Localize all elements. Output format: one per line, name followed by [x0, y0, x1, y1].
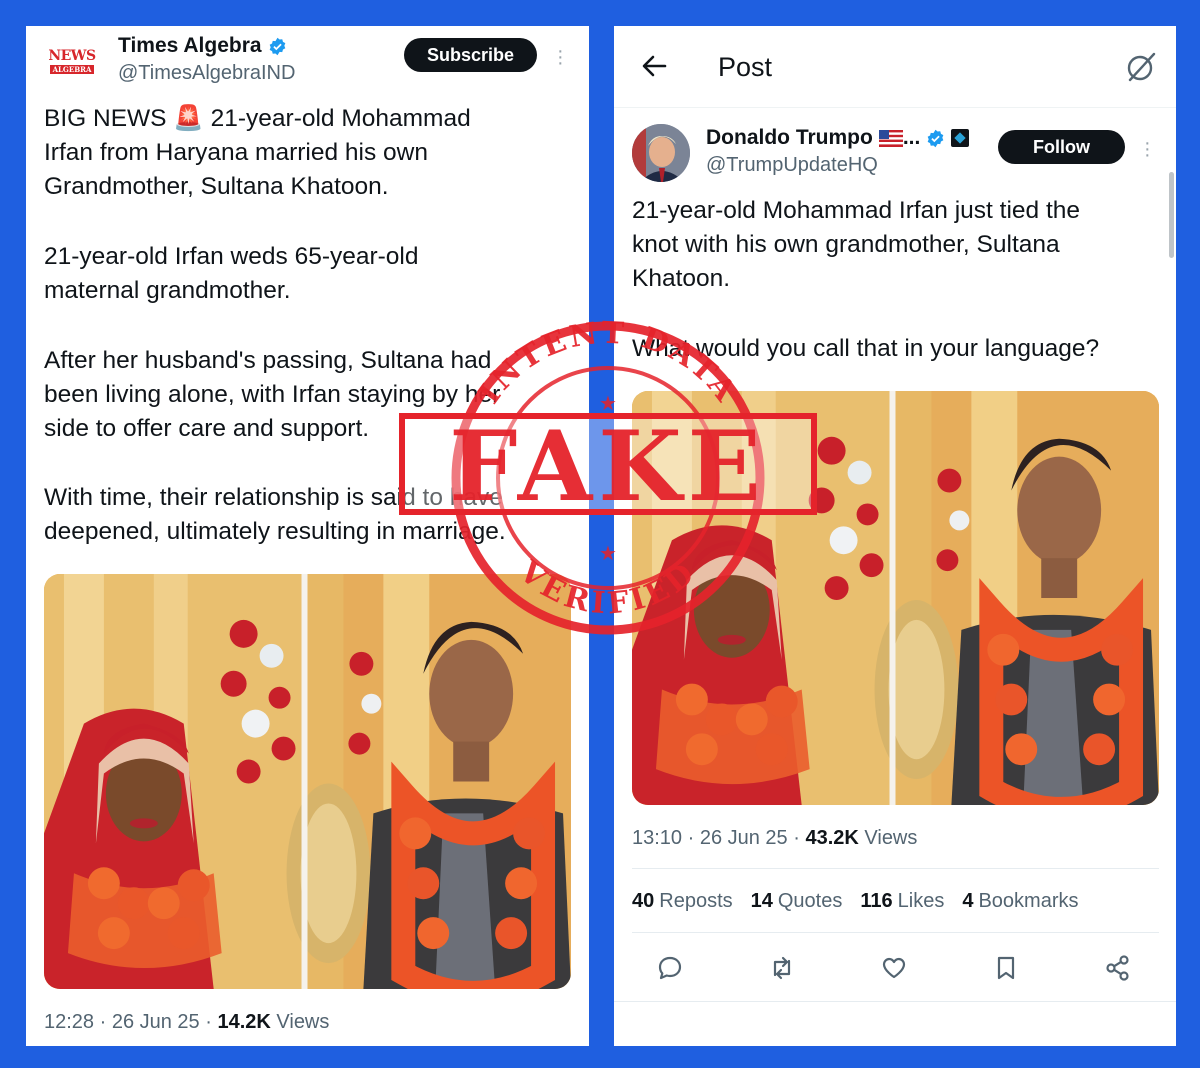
quotes-label: Quotes [777, 890, 843, 912]
right-post-photo[interactable] [632, 391, 1159, 805]
times-algebra-logo[interactable]: NEWS ALGEBRA [48, 38, 96, 84]
bookmarks-stat[interactable]: 4 Bookmarks [962, 890, 1078, 913]
divider [632, 868, 1159, 869]
quotes-count: 14 [750, 890, 773, 912]
likes-label: Likes [897, 890, 945, 912]
left-post-meta: 12:28 · 26 Jun 25 · 14.2K Views [44, 1011, 329, 1034]
name-ellipsis: ... [902, 126, 921, 149]
verified-badge-icon [269, 37, 285, 55]
bookmarks-count: 4 [962, 890, 974, 912]
post-timestamp[interactable]: 13:10 · 26 Jun 25 · [632, 827, 800, 849]
logo-top-text: NEWS [48, 47, 96, 64]
right-account-name[interactable]: Donaldo Trumpo ... [706, 126, 970, 150]
views-label: Views [276, 1011, 330, 1033]
reply-icon[interactable] [656, 954, 684, 982]
quotes-stat[interactable]: 14 Quotes [751, 890, 843, 913]
grok-icon[interactable] [1124, 50, 1158, 84]
views-count: 43.2K [805, 827, 859, 849]
right-post-paragraph-1: 21-year-old Mohammad Irfan just tied the… [632, 197, 1081, 292]
account-name-text: Donaldo Trumpo [706, 126, 873, 149]
avatar[interactable] [632, 124, 690, 182]
engagement-stats: 40 Reposts 14 Quotes 116 Likes 4 Bookmarks [632, 890, 1078, 913]
reposts-stat[interactable]: 40 Reposts [632, 890, 733, 913]
left-post-paragraph-2: 21-year-old Irfan weds 65-year-old mater… [44, 243, 419, 304]
post-timestamp[interactable]: 12:28 · 26 Jun 25 · [44, 1011, 212, 1033]
left-account-name[interactable]: Times Algebra [118, 34, 287, 58]
right-post-panel: Post Donaldo Trumpo ... @TrumpUpdateHQ F… [614, 26, 1176, 1046]
affiliate-badge-icon [951, 129, 970, 147]
post-header: Post [614, 26, 1176, 108]
us-flag-icon [878, 129, 903, 147]
repost-icon[interactable] [768, 954, 796, 982]
follow-button[interactable]: Follow [998, 130, 1125, 164]
back-arrow-icon[interactable] [640, 52, 668, 80]
left-account-handle[interactable]: @TimesAlgebraIND [118, 62, 295, 85]
action-bar [632, 948, 1159, 988]
like-icon[interactable] [880, 954, 908, 982]
left-post-paragraph-1: BIG NEWS 🚨 21-year-old Mohammad Irfan fr… [44, 105, 471, 200]
right-post-paragraph-2: What would you call that in your languag… [632, 335, 1100, 362]
logo-bottom-text: ALGEBRA [49, 64, 95, 74]
scrollbar[interactable] [1169, 172, 1174, 258]
reposts-count: 40 [632, 890, 655, 912]
divider [632, 932, 1159, 933]
share-icon[interactable] [1104, 954, 1132, 982]
bookmarks-label: Bookmarks [978, 890, 1079, 912]
left-post-panel: NEWS ALGEBRA Times Algebra @TimesAlgebra… [26, 26, 589, 1046]
likes-count: 116 [860, 890, 893, 912]
right-post-meta: 13:10 · 26 Jun 25 · 43.2K Views [632, 827, 917, 850]
left-post-paragraph-3: After her husband's passing, Sultana had… [44, 347, 501, 442]
subscribe-button[interactable]: Subscribe [404, 38, 537, 72]
more-options-icon[interactable]: · · · [1144, 133, 1151, 165]
bookmark-icon[interactable] [992, 954, 1020, 982]
reposts-label: Reposts [659, 890, 733, 912]
verified-badge-icon [928, 129, 944, 147]
divider [614, 1001, 1176, 1002]
views-count: 14.2K [217, 1011, 271, 1033]
account-name-text: Times Algebra [118, 34, 262, 57]
header-title: Post [718, 52, 773, 82]
views-label: Views [864, 827, 918, 849]
likes-stat[interactable]: 116 Likes [860, 890, 944, 913]
left-post-paragraph-4: With time, their relationship is said to… [44, 484, 506, 545]
more-options-icon[interactable]: · · · [557, 41, 564, 73]
left-post-photo[interactable] [44, 574, 571, 989]
right-account-handle[interactable]: @TrumpUpdateHQ [706, 154, 878, 177]
